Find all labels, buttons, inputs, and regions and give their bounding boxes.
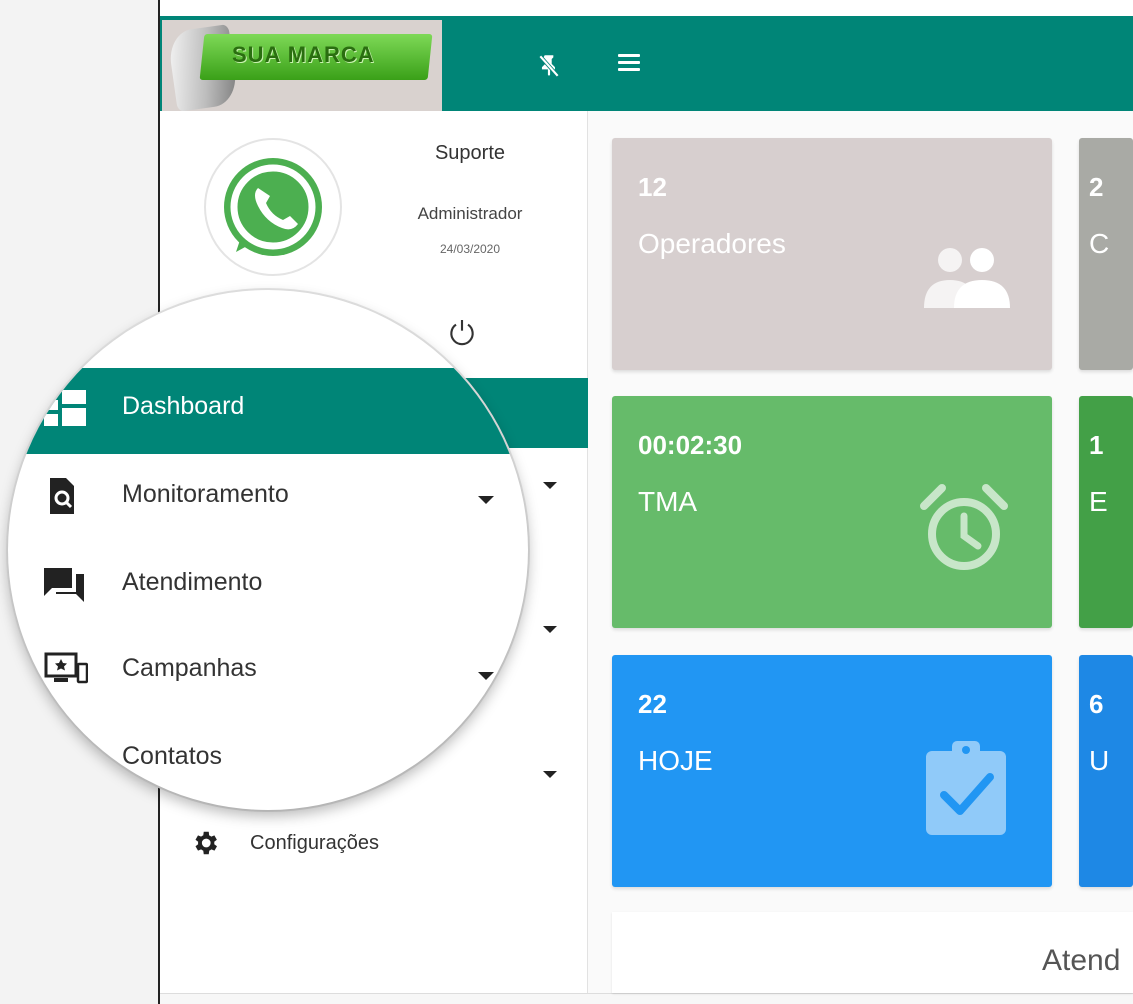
whatsapp-icon (224, 158, 322, 256)
avatar[interactable] (204, 138, 342, 276)
menu-item-label: Configurações (250, 832, 379, 854)
magnifier-lens: Dashboard Monitoramento Atendimento Camp… (8, 290, 528, 810)
chevron-down-icon[interactable] (543, 771, 557, 778)
menu-item-configuracoes[interactable]: Configurações (190, 828, 379, 858)
atendimento-panel: Atend (612, 912, 1133, 993)
profile-role: Administrador (417, 204, 523, 223)
card-label: HOJE (638, 745, 713, 776)
card-label: TMA (638, 486, 698, 517)
monitor-search-icon (50, 478, 74, 514)
alarm-clock-icon (920, 484, 1008, 570)
menu-item-label: Campanhas (122, 654, 257, 682)
profile-date: 24/03/2020 (439, 242, 501, 256)
dashboard-icon (44, 390, 86, 426)
profile-name: Suporte (434, 142, 506, 164)
menu-item-label: Dashboard (122, 392, 245, 420)
chevron-down-icon[interactable] (478, 496, 494, 504)
brand-logo[interactable]: SUA MARCA (162, 20, 442, 111)
card-peek-2[interactable]: 1 E (1079, 396, 1133, 628)
menu-item-label: Monitoramento (122, 480, 289, 508)
chat-bubbles-icon (44, 568, 84, 602)
card-operadores[interactable]: 12 Operadores (612, 138, 1052, 370)
brand-bar: SUA MARCA (160, 16, 588, 111)
card-value: 1 (1089, 430, 1104, 460)
card-value: 22 (638, 689, 667, 719)
power-icon[interactable] (446, 316, 478, 348)
bottom-strip (160, 993, 1133, 1004)
screenshot: SUA MARCA Suporte Administrador 24/03/20… (0, 0, 1133, 1004)
card-value: 2 (1089, 172, 1104, 202)
unpin-icon[interactable] (536, 52, 562, 78)
card-peek-1[interactable]: 2 C (1079, 138, 1133, 370)
card-tma[interactable]: 00:02:30 TMA (612, 396, 1052, 628)
menu-item-label: Contatos (122, 742, 223, 770)
chevron-down-icon[interactable] (543, 626, 557, 633)
menu-item-label: Atendimento (122, 568, 263, 596)
chevron-down-icon[interactable] (478, 672, 494, 680)
users-icon (924, 248, 1010, 308)
card-value: 00:02:30 (638, 430, 743, 460)
top-header (588, 16, 1133, 111)
clipboard-check-icon (926, 741, 1006, 835)
card-label: U (1089, 745, 1110, 776)
card-peek-3[interactable]: 6 U (1079, 655, 1133, 887)
card-label: E (1089, 486, 1108, 517)
top-strip (160, 0, 1133, 16)
menu-icon[interactable] (618, 54, 640, 72)
card-value: 6 (1089, 689, 1104, 719)
chevron-down-icon[interactable] (543, 482, 557, 489)
panel-title: Atend (1042, 944, 1121, 977)
card-label: Operadores (638, 228, 786, 259)
gear-icon (195, 831, 217, 855)
card-label: C (1089, 228, 1110, 259)
logo-text: SUA MARCA (232, 42, 375, 67)
card-hoje[interactable]: 22 HOJE (612, 655, 1052, 887)
card-value: 12 (638, 172, 667, 202)
devices-icon (44, 652, 88, 684)
